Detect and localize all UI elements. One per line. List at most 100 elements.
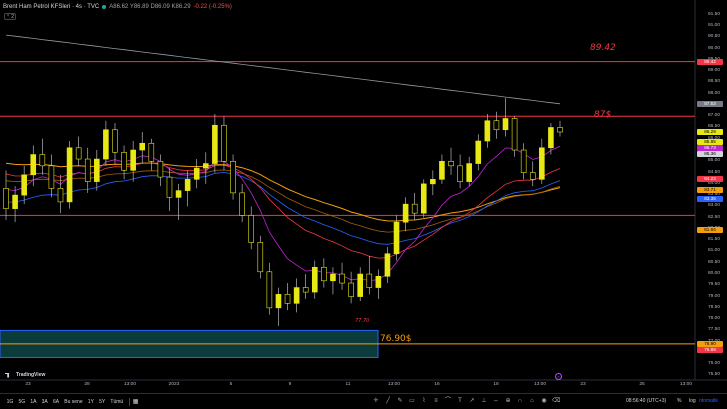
candle-up [357,273,363,297]
time-tick: 28 [84,382,90,387]
ray-icon[interactable]: ⊥ [480,397,488,405]
timeframe-button[interactable]: 1G [4,399,16,405]
calendar-icon[interactable]: ▦ [133,398,139,405]
arrow-icon[interactable]: ↗ [468,397,476,405]
time-tick: 25 [639,382,645,387]
price-tick: 84.50 [708,169,721,175]
price-tick: 90.50 [708,34,721,40]
candle-up [384,253,391,277]
price-tick: 88.50 [708,79,721,85]
text-icon[interactable]: T [456,397,464,405]
candle-up [484,120,491,142]
price-tick: 88.00 [708,90,721,96]
candle-up [21,174,27,196]
goto-realtime-button[interactable]: » [555,373,562,380]
time-tick: 18 [493,382,499,387]
candle-up [311,266,318,293]
candle-down [48,165,55,189]
price-tick: 75.50 [708,372,721,378]
annotation-high[interactable]: 89.42 [590,43,616,53]
annotation-low[interactable]: 76.90$ [380,334,412,344]
price-tick: 83.00 [708,203,721,209]
path-icon[interactable]: ⌇ [420,397,428,405]
fib-icon[interactable]: ≡ [432,397,440,405]
trash-icon[interactable]: ⌫ [552,397,560,405]
annotation-mid[interactable]: 87$ [594,110,611,120]
timeframe-button[interactable]: 5G [16,399,28,405]
ohlc-values: A86.62 Y86.89 D86.09 K86.29 [109,4,191,10]
timeframe-button[interactable]: 6A [50,399,61,405]
candle-up [502,118,509,131]
candle-up [30,154,37,176]
brush-icon[interactable]: ⌒ [444,397,452,405]
candle-up [130,149,136,171]
timeframe-button[interactable]: 1Y [85,399,96,405]
timeframe-button[interactable]: 5Y [97,399,108,405]
candle-up [275,294,282,309]
candle-down [157,161,164,178]
price-tick: 85.00 [708,158,721,164]
time-tick: 16 [434,382,440,387]
price-tick: 79.00 [708,293,721,299]
auto-scale-toggle[interactable]: otomatik [699,398,718,404]
price-label: 81.94 [697,227,723,234]
candle-down [148,142,155,162]
price-tick: 78.50 [708,304,721,310]
lock-icon[interactable]: ⌂ [528,397,536,405]
rectangle-icon[interactable]: ▭ [408,397,416,405]
candle-down [557,127,563,133]
candle-up [103,129,109,160]
time-tick: 2023 [168,382,180,387]
price-tick: 81.00 [708,248,721,254]
candle-down [84,158,91,182]
candle-up [330,273,336,282]
timeframe-button[interactable]: Tümü [108,399,126,405]
candle-down [493,120,500,131]
candle-up [420,183,427,214]
percent-toggle[interactable]: % [677,398,681,404]
candle-down [511,118,518,151]
candle-down [230,161,236,194]
clock[interactable]: 08:56:40 (UTC+3) [626,398,666,404]
candle-up [212,124,218,164]
annotation-low-point[interactable]: 77.70 [355,318,369,324]
pencil-icon[interactable]: ✎ [396,397,404,405]
eye-icon[interactable]: ◉ [540,397,548,405]
candle-down [321,266,327,282]
timeframe-button[interactable]: 1A [28,399,39,405]
timeframe-button[interactable]: 3A [39,399,50,405]
candle-down [366,273,373,288]
price-tick: 82.50 [708,214,721,220]
zoom-icon[interactable]: ⊕ [504,397,512,405]
price-label: 89.42 [697,58,723,65]
market-status-icon [102,5,107,9]
price-label: 84.23 [697,175,723,182]
drawing-tools: ✛ ╱ ✎ ▭ ⌇ ≡ ⌒ T ↗ ⊥ ⇔ ⊕ ∩ ⌂ ◉ ⌫ [372,397,560,405]
bottom-toolbar: 1G 5G 1A 3A 6A Bu sene 1Y 5Y Tümü ▦ [0,393,727,409]
candle-up [293,287,300,304]
measure-icon[interactable]: ⇔ [492,397,500,405]
candle-down [3,188,9,209]
crosshair-icon[interactable]: ✛ [372,397,380,405]
time-tick: 13:00 [387,382,401,387]
trendline-icon[interactable]: ╱ [384,397,392,405]
price-chart[interactable] [0,0,727,409]
candle-up [402,203,409,223]
price-tick: 80.50 [708,259,721,265]
candle-down [166,176,173,198]
collapse-indicators-button[interactable]: ⌃ 2 [4,13,16,20]
candle-up [393,221,400,255]
timeframe-button[interactable]: Bu sene [62,399,86,405]
magnet-icon[interactable]: ∩ [516,397,524,405]
candle-down [248,215,255,243]
price-tick: 87.00 [708,113,721,119]
log-toggle[interactable]: log [689,398,696,404]
candle-up [175,190,182,198]
timeframe-list: 1G 5G 1A 3A 6A Bu sene 1Y 5Y Tümü [0,399,126,405]
symbol-title[interactable]: Brent Ham Petrol KFSleri · 4s · TVC [3,4,99,10]
price-tick: 91.50 [708,11,721,17]
ma-long-line [5,34,561,105]
price-tick: 78.00 [708,316,721,322]
time-tick: 5 [229,382,233,387]
candle-down [339,273,345,284]
